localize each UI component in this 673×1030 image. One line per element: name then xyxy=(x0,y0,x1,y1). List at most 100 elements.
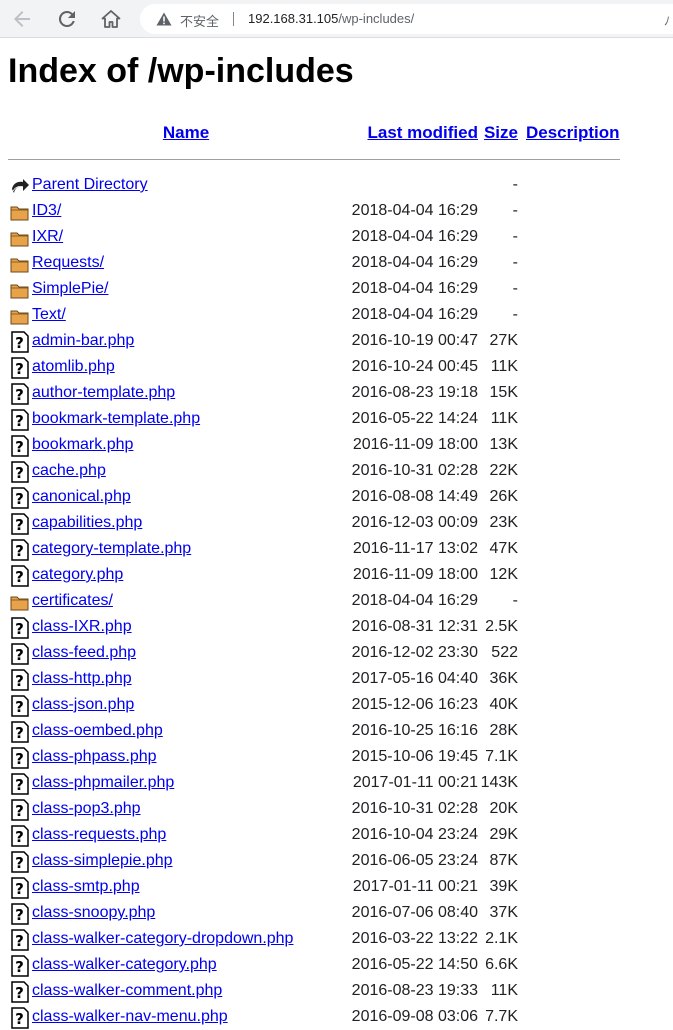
sort-by-name-link[interactable]: Name xyxy=(163,123,209,142)
unknown-file-icon: ? xyxy=(8,825,32,847)
table-row: IXR/2018-04-04 16:29 - xyxy=(8,224,620,250)
size-cell: 20K xyxy=(489,800,518,817)
folder-icon xyxy=(8,228,32,248)
svg-text:?: ? xyxy=(15,880,24,898)
file-link[interactable]: SimplePie/ xyxy=(32,280,108,297)
file-link[interactable]: class-phpass.php xyxy=(32,748,157,765)
file-link[interactable]: atomlib.php xyxy=(32,358,115,375)
svg-text:?: ? xyxy=(15,620,24,638)
home-icon[interactable] xyxy=(99,7,123,31)
icon-cell: ? xyxy=(8,406,32,432)
table-row: ? class-pop3.php 2016-10-31 02:28 20K xyxy=(8,796,620,822)
description-cell xyxy=(518,536,620,562)
file-link[interactable]: class-http.php xyxy=(32,670,132,687)
description-cell xyxy=(518,302,620,328)
name-cell: IXR/ xyxy=(32,224,340,250)
table-row: SimplePie/2018-04-04 16:29 - xyxy=(8,276,620,302)
sort-by-description-link[interactable]: Description xyxy=(526,123,620,142)
unknown-file-icon: ? xyxy=(8,981,32,1003)
date-cell: 2016-03-22 13:22 xyxy=(351,930,478,947)
address-bar[interactable]: 不安全 192.168.31.105/wp-includes/ xyxy=(140,4,673,34)
warning-icon[interactable] xyxy=(156,12,172,26)
file-link[interactable]: category.php xyxy=(32,566,123,583)
file-link[interactable]: bookmark-template.php xyxy=(32,410,200,427)
file-link[interactable]: ID3/ xyxy=(32,202,61,219)
file-link[interactable]: Parent Directory xyxy=(32,176,148,193)
name-cell: class-IXR.php xyxy=(32,614,340,640)
tab-menu-icon[interactable]: ﾉ xyxy=(664,12,670,29)
file-link[interactable]: Text/ xyxy=(32,306,66,323)
file-link[interactable]: class-oembed.php xyxy=(32,722,163,739)
file-link[interactable]: cache.php xyxy=(32,462,106,479)
back-arrow-icon[interactable] xyxy=(10,7,34,31)
file-link[interactable]: class-pop3.php xyxy=(32,800,141,817)
sort-by-size-link[interactable]: Size xyxy=(484,123,518,142)
file-link[interactable]: class-smtp.php xyxy=(32,878,140,895)
svg-text:?: ? xyxy=(15,542,24,560)
date-cell: 2018-04-04 16:29 xyxy=(351,592,478,609)
page-content: Index of /wp-includes Name Last modified… xyxy=(8,38,668,1030)
sort-by-date-link[interactable]: Last modified xyxy=(367,123,478,142)
date-cell: 2016-11-17 13:02 xyxy=(352,540,478,557)
file-link[interactable]: bookmark.php xyxy=(32,436,133,453)
svg-text:?: ? xyxy=(15,776,24,794)
file-link[interactable]: class-walker-nav-menu.php xyxy=(32,1008,228,1025)
name-cell: certificates/ xyxy=(32,588,340,614)
icon-cell: ? xyxy=(8,328,32,354)
file-link[interactable]: class-IXR.php xyxy=(32,618,132,635)
file-link[interactable]: class-requests.php xyxy=(32,826,166,843)
unknown-file-icon: ? xyxy=(8,331,32,353)
size-cell: 11K xyxy=(490,358,518,375)
table-row: ? class-json.php 2015-12-06 16:23 40K xyxy=(8,692,620,718)
not-secure-label[interactable]: 不安全 xyxy=(180,11,219,30)
file-link[interactable]: class-snoopy.php xyxy=(32,904,155,921)
file-link[interactable]: canonical.php xyxy=(32,488,131,505)
svg-text:?: ? xyxy=(15,1010,24,1028)
file-link[interactable]: class-phpmailer.php xyxy=(32,774,174,791)
size-cell: 47K xyxy=(489,540,518,557)
file-link[interactable]: capabilities.php xyxy=(32,514,142,531)
icon-cell: ? xyxy=(8,952,32,978)
name-cell: category.php xyxy=(32,562,340,588)
reload-icon[interactable] xyxy=(55,7,79,31)
svg-text:?: ? xyxy=(15,932,24,950)
file-link[interactable]: class-simplepie.php xyxy=(32,852,173,869)
file-link[interactable]: class-walker-category-dropdown.php xyxy=(32,930,293,947)
date-cell: 2016-09-08 03:06 xyxy=(351,1008,478,1025)
file-link[interactable]: class-feed.php xyxy=(32,644,136,661)
name-cell: atomlib.php xyxy=(32,354,340,380)
table-row: ? class-simplepie.php 2016-06-05 23:24 87K xyxy=(8,848,620,874)
date-cell: 2016-10-31 02:28 xyxy=(351,462,478,479)
date-cell: 2016-05-22 14:50 xyxy=(351,956,478,973)
icon-cell: ? xyxy=(8,718,32,744)
file-link[interactable]: class-json.php xyxy=(32,696,134,713)
description-cell xyxy=(518,796,620,822)
file-link[interactable]: author-template.php xyxy=(32,384,175,401)
description-cell xyxy=(518,276,620,302)
size-cell: 36K xyxy=(489,670,518,687)
unknown-file-icon: ? xyxy=(8,877,32,899)
size-cell: 11K xyxy=(490,982,518,999)
size-cell: - xyxy=(512,228,518,245)
svg-text:?: ? xyxy=(15,828,24,846)
file-link[interactable]: admin-bar.php xyxy=(32,332,134,349)
description-cell xyxy=(518,770,620,796)
size-cell: - xyxy=(512,592,518,609)
file-link[interactable]: Requests/ xyxy=(32,254,104,271)
file-link[interactable]: category-template.php xyxy=(32,540,191,557)
description-cell xyxy=(518,458,620,484)
size-cell: 2.5K xyxy=(485,618,518,635)
icon-cell: ? xyxy=(8,354,32,380)
icon-cell: ? xyxy=(8,484,32,510)
folder-icon xyxy=(8,202,32,222)
table-row: ? class-feed.php 2016-12-02 23:30 522 xyxy=(8,640,620,666)
date-cell: 2017-01-11 00:21 xyxy=(352,774,478,791)
file-link[interactable]: class-walker-category.php xyxy=(32,956,217,973)
file-link[interactable]: certificates/ xyxy=(32,592,113,609)
size-cell: 27K xyxy=(489,332,518,349)
url-text[interactable]: 192.168.31.105/wp-includes/ xyxy=(248,11,414,26)
name-cell: class-walker-category.php xyxy=(32,952,340,978)
table-row: ? bookmark.php 2016-11-09 18:00 13K xyxy=(8,432,620,458)
file-link[interactable]: IXR/ xyxy=(32,228,63,245)
file-link[interactable]: class-walker-comment.php xyxy=(32,982,222,999)
